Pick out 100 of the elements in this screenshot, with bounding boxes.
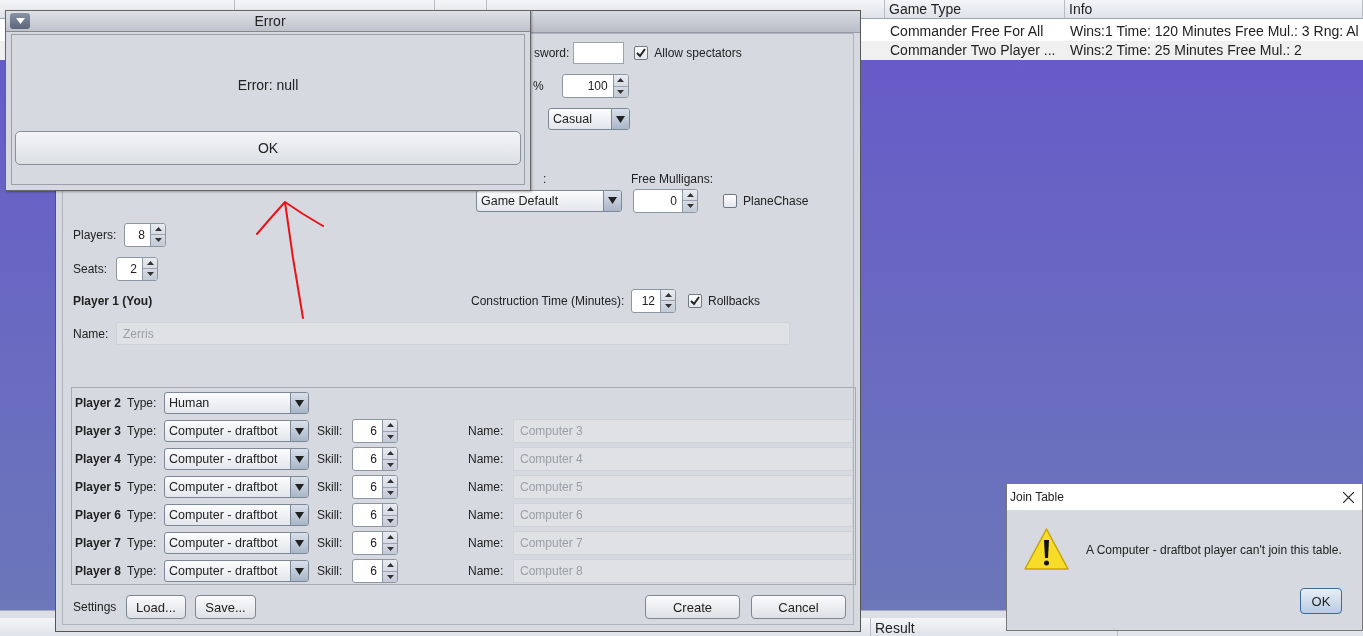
- down-arrow-icon: [686, 204, 694, 209]
- column-header[interactable]: Info: [1065, 0, 1363, 18]
- dropdown-arrow-icon: [295, 455, 304, 463]
- checkbox[interactable]: [634, 46, 649, 60]
- up-arrow-icon: [386, 535, 394, 540]
- dropdown-arrow-icon: [295, 399, 304, 407]
- down-arrow-icon: [386, 490, 394, 495]
- skill-label: Skill:: [317, 452, 344, 466]
- close-icon[interactable]: [1343, 491, 1354, 503]
- up-arrow-icon: [664, 292, 672, 297]
- number-spinner[interactable]: 100: [561, 74, 629, 98]
- password-label: sword:: [534, 46, 570, 60]
- skill-label: Skill:: [317, 564, 344, 578]
- up-arrow-icon: [146, 260, 154, 265]
- checkbox[interactable]: [688, 293, 702, 308]
- alert-message: A Computer - draftbot player can't join this table.: [1086, 542, 1342, 557]
- password-field[interactable]: [573, 42, 625, 64]
- table-cell-text: Wins:2 Time: 25 Minutes Free Mul.: 2: [1069, 41, 1303, 60]
- table-cell-text: Wins:1 Time: 120 Minutes Free Mul.: 3 Rng: Al: [1069, 22, 1360, 41]
- player-title: Player 5: [75, 480, 123, 494]
- up-arrow-icon: [386, 479, 394, 484]
- up-arrow-icon: [386, 451, 394, 456]
- settings-button[interactable]: Save...: [195, 595, 256, 619]
- check-icon: [690, 295, 700, 306]
- down-arrow-icon: [386, 574, 394, 579]
- dropdown-arrow-icon: [295, 567, 304, 575]
- number-spinner[interactable]: 8: [124, 222, 166, 247]
- name-label: Name:: [468, 452, 505, 466]
- dropdown[interactable]: Human: [164, 392, 309, 414]
- down-arrow-icon: [617, 89, 625, 94]
- type-label: Type:: [127, 452, 158, 466]
- type-label: Type:: [127, 536, 158, 550]
- skill-label: Skill:: [317, 424, 344, 438]
- dialog-button[interactable]: Create: [645, 595, 740, 619]
- checkbox[interactable]: [723, 193, 737, 208]
- type-label: Type:: [127, 508, 158, 522]
- dropdown-arrow-icon: [295, 539, 304, 547]
- up-arrow-icon: [686, 192, 694, 197]
- warning-icon: [1023, 527, 1070, 572]
- type-label: Type:: [127, 424, 158, 438]
- type-label: Type:: [127, 564, 158, 578]
- window-menu-button[interactable]: [10, 13, 30, 29]
- down-arrow-icon: [386, 546, 394, 551]
- up-arrow-icon: [386, 507, 394, 512]
- type-label: Type:: [127, 480, 158, 494]
- player-title: Player 2: [75, 396, 123, 410]
- check-icon: [636, 48, 647, 58]
- down-arrow-icon: [664, 304, 672, 309]
- up-arrow-icon: [617, 78, 625, 83]
- number-spinner[interactable]: 0: [633, 188, 698, 213]
- player-title: Player 6: [75, 508, 123, 522]
- window-title: Error: [254, 13, 286, 29]
- down-arrow-icon: [386, 462, 394, 467]
- name-label: Name:: [468, 536, 505, 550]
- dropdown-arrow-icon: [295, 483, 304, 491]
- percent-label: %: [533, 79, 544, 93]
- player-title: Player 8: [75, 564, 123, 578]
- seats-label: Seats:: [73, 261, 109, 276]
- skill-label: Skill:: [317, 508, 344, 522]
- skill-label: Skill:: [317, 480, 344, 494]
- free-mulligans-label: Free Mulligans:: [631, 171, 714, 186]
- name-label: Name:: [468, 424, 505, 438]
- dropdown[interactable]: Casual: [548, 108, 630, 130]
- number-spinner[interactable]: 12: [631, 288, 676, 313]
- settings-button[interactable]: Load...: [126, 595, 186, 619]
- player-title: Player 4: [75, 452, 123, 466]
- up-arrow-icon: [386, 563, 394, 568]
- player-title: Player 3: [75, 424, 123, 438]
- ok-button[interactable]: OK: [15, 131, 521, 165]
- up-arrow-icon: [386, 423, 394, 428]
- skill-label: Skill:: [317, 536, 344, 550]
- dropdown-arrow-icon: [295, 427, 304, 435]
- checkbox-label: Rollbacks: [708, 293, 761, 308]
- checkbox-label: PlaneChase: [743, 193, 809, 208]
- table-cell-text: Commander Free For All: [889, 22, 1045, 41]
- settings-label: Settings: [73, 600, 118, 614]
- dropdown[interactable]: Game Default: [476, 189, 622, 212]
- name-label: Name:: [468, 480, 505, 494]
- number-spinner[interactable]: 2: [116, 256, 158, 281]
- dropdown-arrow-icon: [295, 511, 304, 519]
- table-cell-text: Commander Two Player ...: [889, 41, 1057, 60]
- dialog-button[interactable]: Cancel: [751, 595, 846, 619]
- name-label: Name:: [468, 564, 505, 578]
- name-label: Name:: [468, 508, 505, 522]
- down-arrow-icon: [146, 272, 154, 277]
- mulligan-label: :: [543, 171, 548, 186]
- name-label: Name:: [73, 326, 110, 341]
- player-title: Player 1 (You): [73, 293, 154, 308]
- players-label: Players:: [73, 227, 118, 242]
- dropdown-arrow-icon: [608, 197, 617, 204]
- ok-button[interactable]: OK: [1300, 588, 1342, 614]
- construction-time-label: Construction Time (Minutes):: [471, 293, 626, 308]
- player-title: Player 7: [75, 536, 123, 550]
- column-header[interactable]: Game Type: [885, 0, 1065, 18]
- up-arrow-icon: [154, 226, 162, 231]
- down-arrow-icon: [386, 518, 394, 523]
- window-title: Join Table: [1010, 490, 1064, 504]
- type-label: Type:: [127, 396, 158, 410]
- down-arrow-icon: [386, 434, 394, 439]
- checkbox-label: Allow spectators: [654, 46, 742, 60]
